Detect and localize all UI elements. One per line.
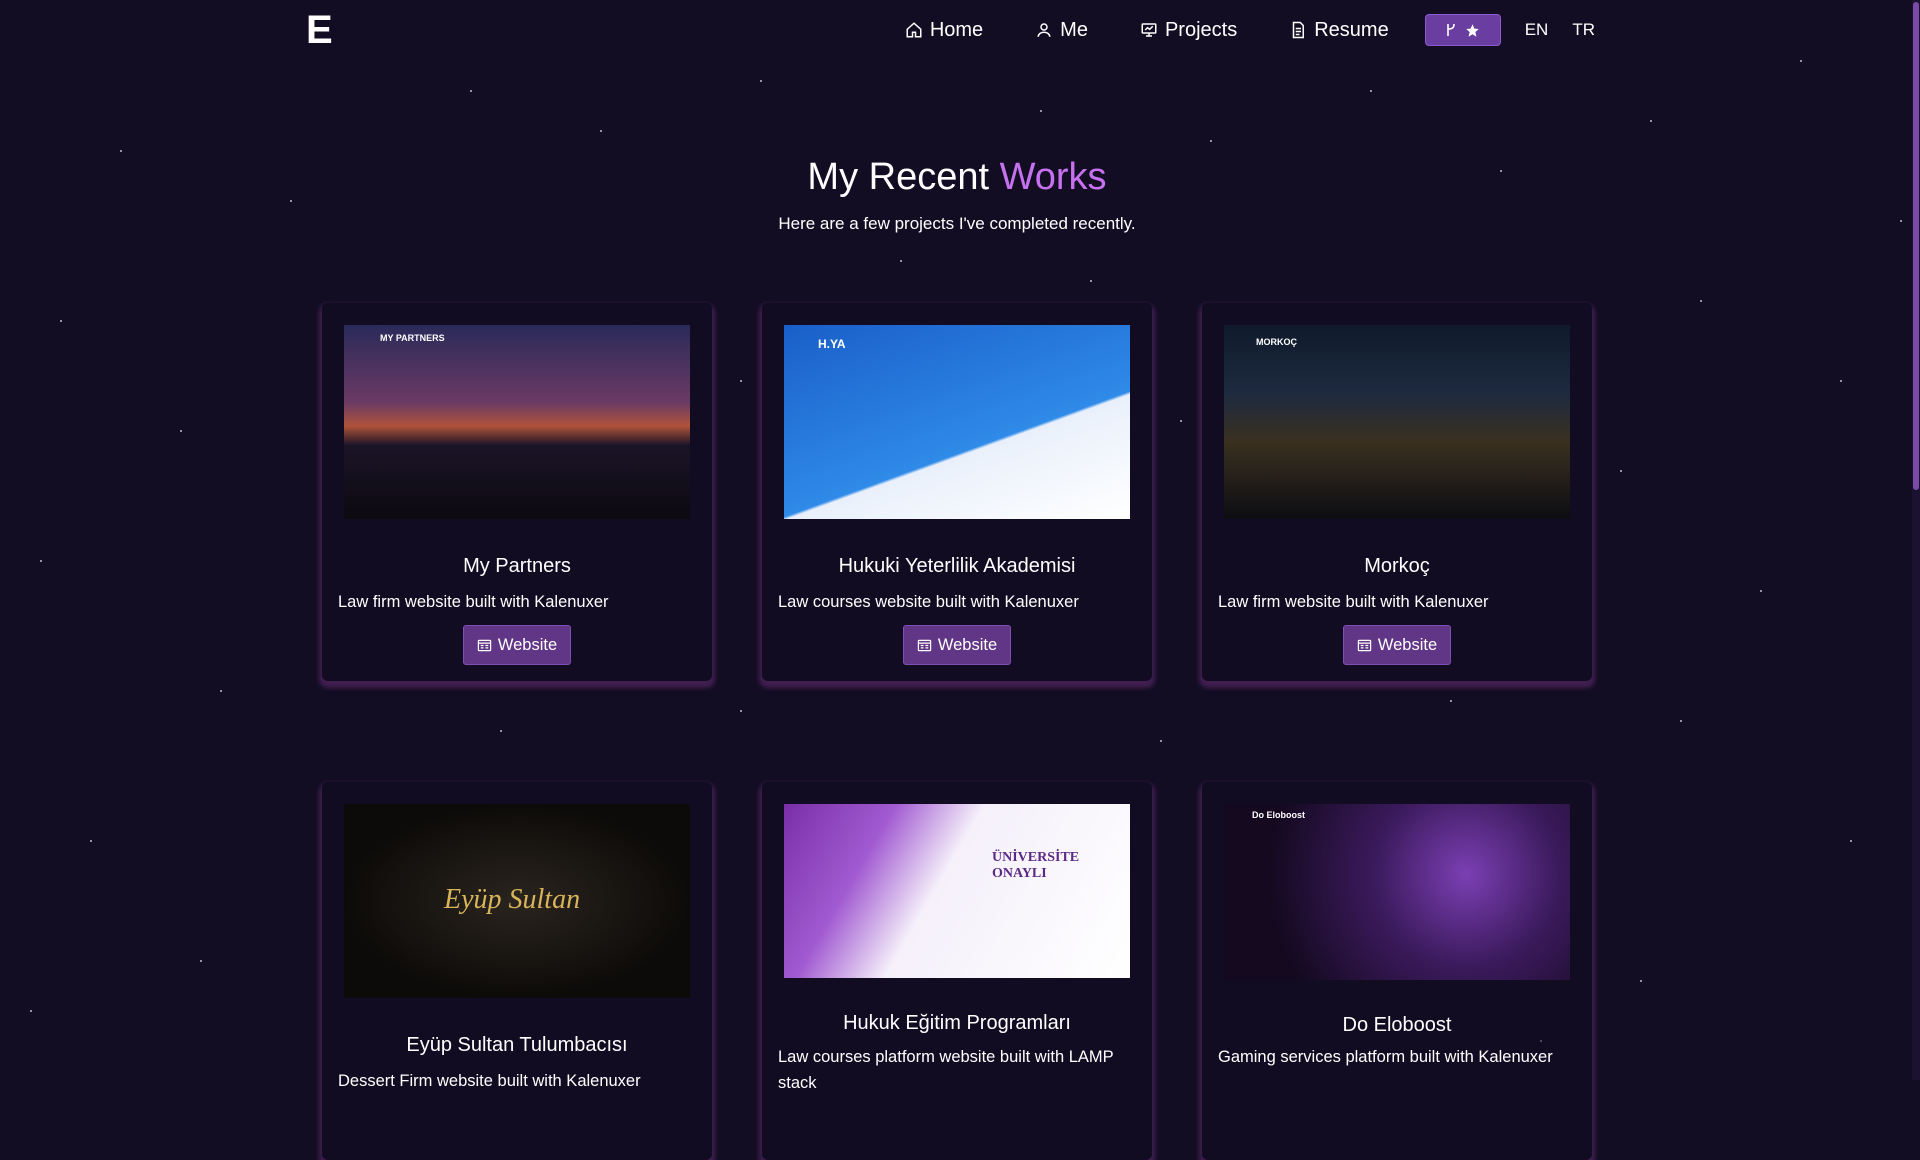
project-card: H.YA Hukuki Yeterlilik Akademisi Law cou… (762, 303, 1152, 681)
scrollbar-thumb[interactable] (1913, 2, 1919, 490)
nav-item-home[interactable]: Home (905, 19, 983, 42)
nav-item-label: Me (1060, 18, 1088, 41)
project-description: Dessert Firm website built with Kalenuxe… (338, 1072, 641, 1090)
project-title: Morkoç (1364, 555, 1430, 577)
nav-item-label: Home (929, 18, 984, 41)
project-thumbnail: MY PARTNERS (344, 325, 690, 519)
lang-tr[interactable]: TR (1572, 20, 1595, 40)
thumbnail-logo-text: MORKOÇ (1256, 337, 1297, 347)
website-button-label: Website (937, 635, 998, 654)
thumbnail-logo-text: Eyüp Sultan (444, 884, 581, 915)
title-prefix: My Recent (807, 156, 1000, 198)
project-description: Law courses website built with Kalenuxer (778, 593, 1079, 611)
nav-links: Home Me Projects Resume EN TR (853, 14, 1595, 46)
lang-en[interactable]: EN (1525, 20, 1549, 40)
project-card: ÜNİVERSİTE ONAYLI Hukuk Eğitim Programla… (762, 782, 1152, 1160)
browser-icon (477, 639, 492, 651)
navbar: E Home Me Projects Resume EN TR (0, 0, 1920, 64)
home-icon (906, 22, 922, 38)
project-card: MY PARTNERS My Partners Law firm website… (322, 303, 712, 681)
website-button-label: Website (497, 635, 558, 654)
github-star-button[interactable] (1424, 14, 1501, 46)
title-accent: Works (999, 156, 1107, 198)
website-button-label: Website (1377, 635, 1438, 654)
project-description: Gaming services platform built with Kale… (1218, 1048, 1553, 1066)
browser-icon (1357, 639, 1372, 651)
nav-item-resume[interactable]: Resume (1289, 18, 1389, 42)
browser-icon (917, 639, 932, 651)
git-fork-icon (1447, 23, 1456, 36)
website-button[interactable]: Website (903, 625, 1011, 665)
thumbnail-logo-text: MY PARTNERS (380, 333, 445, 343)
project-thumbnail: MORKOÇ (1224, 325, 1570, 519)
project-title: My Partners (463, 555, 571, 577)
thumbnail-logo-text: ÜNİVERSİTE ONAYLI (992, 850, 1080, 881)
projects-icon (1141, 23, 1157, 37)
thumbnail-logo-text: Do Eloboost (1252, 810, 1305, 820)
project-description: Law firm website built with Kalenuxer (338, 593, 609, 611)
nav-item-projects[interactable]: Projects (1140, 19, 1237, 42)
project-title: Hukuk Eğitim Programları (843, 1012, 1071, 1034)
project-thumbnail: H.YA (784, 325, 1130, 519)
project-description: Law firm website built with Kalenuxer (1218, 593, 1489, 611)
project-card: MORKOÇ Morkoç Law firm website built wit… (1202, 303, 1592, 681)
project-thumbnail: Eyüp Sultan (344, 804, 690, 998)
project-thumbnail: Do Eloboost (1224, 804, 1570, 980)
website-button[interactable]: Website (463, 625, 571, 665)
thumbnail-logo-text: H.YA (818, 337, 846, 351)
website-button[interactable]: Website (1343, 625, 1451, 665)
project-card: Do Eloboost Do Eloboost Gaming services … (1202, 782, 1592, 1160)
page-scrollbar[interactable] (1912, 0, 1920, 1080)
project-title: Hukuki Yeterlilik Akademisi (838, 555, 1076, 577)
star-icon (1466, 23, 1479, 37)
user-icon (1037, 23, 1051, 37)
nav-item-label: Resume (1314, 18, 1389, 41)
page-subtitle: Here are a few projects I've completed r… (778, 214, 1136, 233)
nav-item-label: Projects (1164, 18, 1238, 41)
project-title: Eyüp Sultan Tulumbacısı (406, 1034, 628, 1056)
document-icon (1292, 21, 1305, 39)
project-description: Law courses platform website built with … (778, 1048, 1114, 1092)
project-title: Do Eloboost (1342, 1014, 1452, 1036)
page-title: My Recent Works (0, 156, 1914, 199)
project-card: Eyüp Sultan Eyüp Sultan Tulumbacısı Dess… (322, 782, 712, 1160)
nav-item-me[interactable]: Me (1035, 19, 1088, 42)
project-thumbnail: ÜNİVERSİTE ONAYLI (784, 804, 1130, 978)
site-logo[interactable]: E (306, 8, 333, 53)
